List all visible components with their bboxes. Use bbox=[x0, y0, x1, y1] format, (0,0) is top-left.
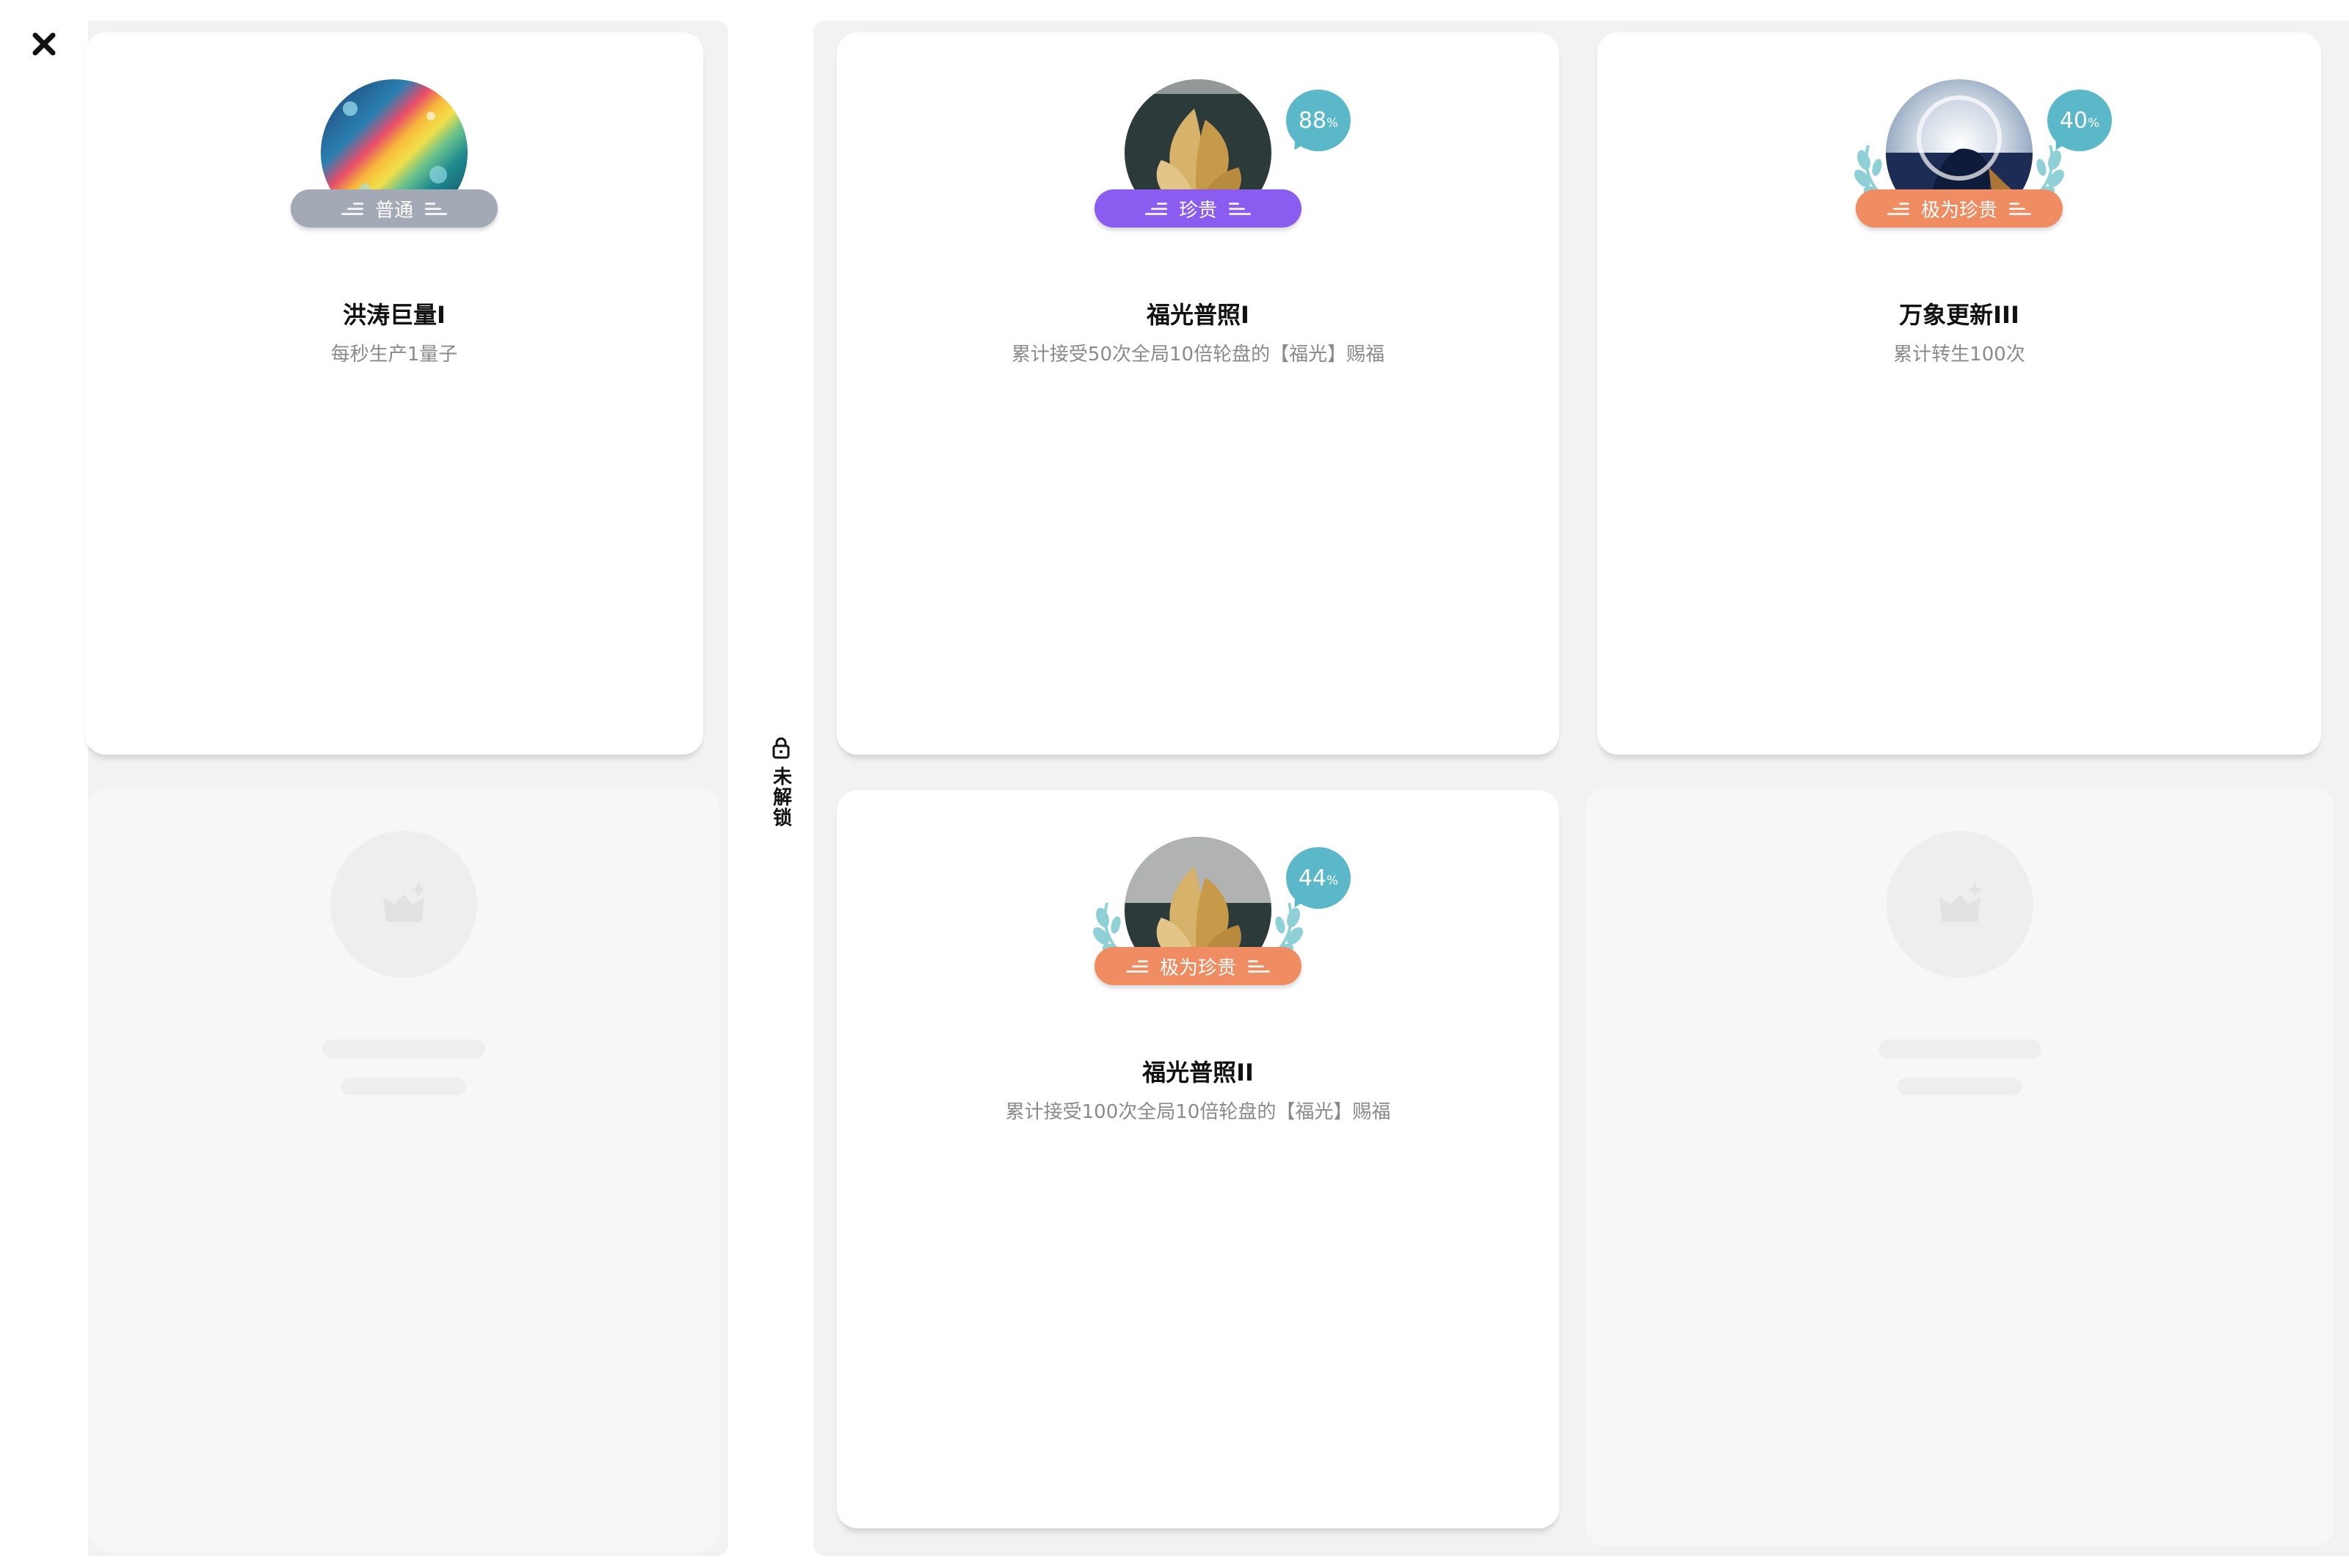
achievement-description: 累计接受50次全局10倍轮盘的【福光】赐福 bbox=[1011, 344, 1385, 366]
progress-unit: % bbox=[2088, 116, 2100, 131]
rarity-badge: 极为珍贵 bbox=[1856, 189, 2063, 228]
badge-placeholder-icon bbox=[1939, 882, 1982, 922]
achievement-title: 洪涛巨量I bbox=[343, 301, 446, 329]
achievement-title: 福光普照I bbox=[1147, 301, 1249, 329]
locked-panel: 88% 珍贵 福光普照I 累计接受50次全局10倍轮盘的【福光】赐福 40 % … bbox=[813, 21, 2349, 1556]
rarity-label: 珍贵 bbox=[1178, 199, 1217, 222]
rarity-label: 普通 bbox=[374, 199, 413, 222]
progress-value: 44 bbox=[1298, 865, 1327, 891]
progress-unit: % bbox=[1326, 116, 1339, 131]
placeholder-title-bar bbox=[322, 1039, 485, 1059]
achievement-title: 万象更新III bbox=[1899, 301, 2019, 329]
achievement-card-renewal-3[interactable]: 40% 极为珍贵 万象更新III 累计转生100次 bbox=[1597, 32, 2321, 755]
close-icon bbox=[32, 32, 56, 56]
rarity-label: 极为珍贵 bbox=[1159, 957, 1236, 979]
close-button[interactable] bbox=[28, 28, 60, 60]
placeholder-desc-bar bbox=[341, 1078, 466, 1095]
achievement-description: 累计转生100次 bbox=[1893, 344, 2025, 366]
rarity-label: 极为珍贵 bbox=[1920, 199, 1997, 222]
locked-label: 未解锁 bbox=[769, 766, 792, 828]
locked-card-placeholder bbox=[88, 788, 719, 1552]
progress-badge: 40% bbox=[2047, 90, 2112, 156]
progress-unit: % bbox=[1326, 874, 1339, 888]
placeholder-title-bar bbox=[1878, 1039, 2041, 1059]
progress-value: 88 bbox=[1298, 107, 1327, 134]
progress-value: 40 bbox=[2059, 107, 2088, 134]
progress-badge: 44% bbox=[1285, 847, 1351, 913]
rarity-badge: 普通 bbox=[291, 189, 498, 228]
locked-card-placeholder bbox=[1586, 788, 2334, 1546]
placeholder-avatar bbox=[1887, 831, 2033, 978]
achievement-description: 累计接受100次全局10倍轮盘的【福光】赐福 bbox=[1005, 1101, 1391, 1123]
badge-placeholder-icon bbox=[383, 882, 426, 922]
unlocked-panel: 普通 洪涛巨量I 每秒生产1量子 bbox=[85, 21, 728, 1556]
placeholder-avatar bbox=[330, 831, 477, 978]
locked-divider: 未解锁 bbox=[763, 737, 799, 828]
lock-icon bbox=[772, 737, 790, 759]
rarity-badge: 珍贵 bbox=[1094, 189, 1301, 228]
achievement-title: 福光普照II bbox=[1142, 1059, 1254, 1086]
progress-badge: 88% bbox=[1285, 90, 1351, 156]
achievement-description: 每秒生产1量子 bbox=[330, 344, 458, 366]
placeholder-desc-bar bbox=[1898, 1078, 2022, 1095]
achievement-card-flood[interactable]: 普通 洪涛巨量I 每秒生产1量子 bbox=[85, 32, 703, 755]
rarity-badge: 极为珍贵 bbox=[1094, 947, 1301, 985]
achievement-card-blessing-2[interactable]: 44% 极为珍贵 福光普照II 累计接受100次全局10倍轮盘的【福光】赐福 bbox=[837, 790, 1559, 1528]
achievement-card-blessing-1[interactable]: 88% 珍贵 福光普照I 累计接受50次全局10倍轮盘的【福光】赐福 bbox=[837, 32, 1559, 755]
